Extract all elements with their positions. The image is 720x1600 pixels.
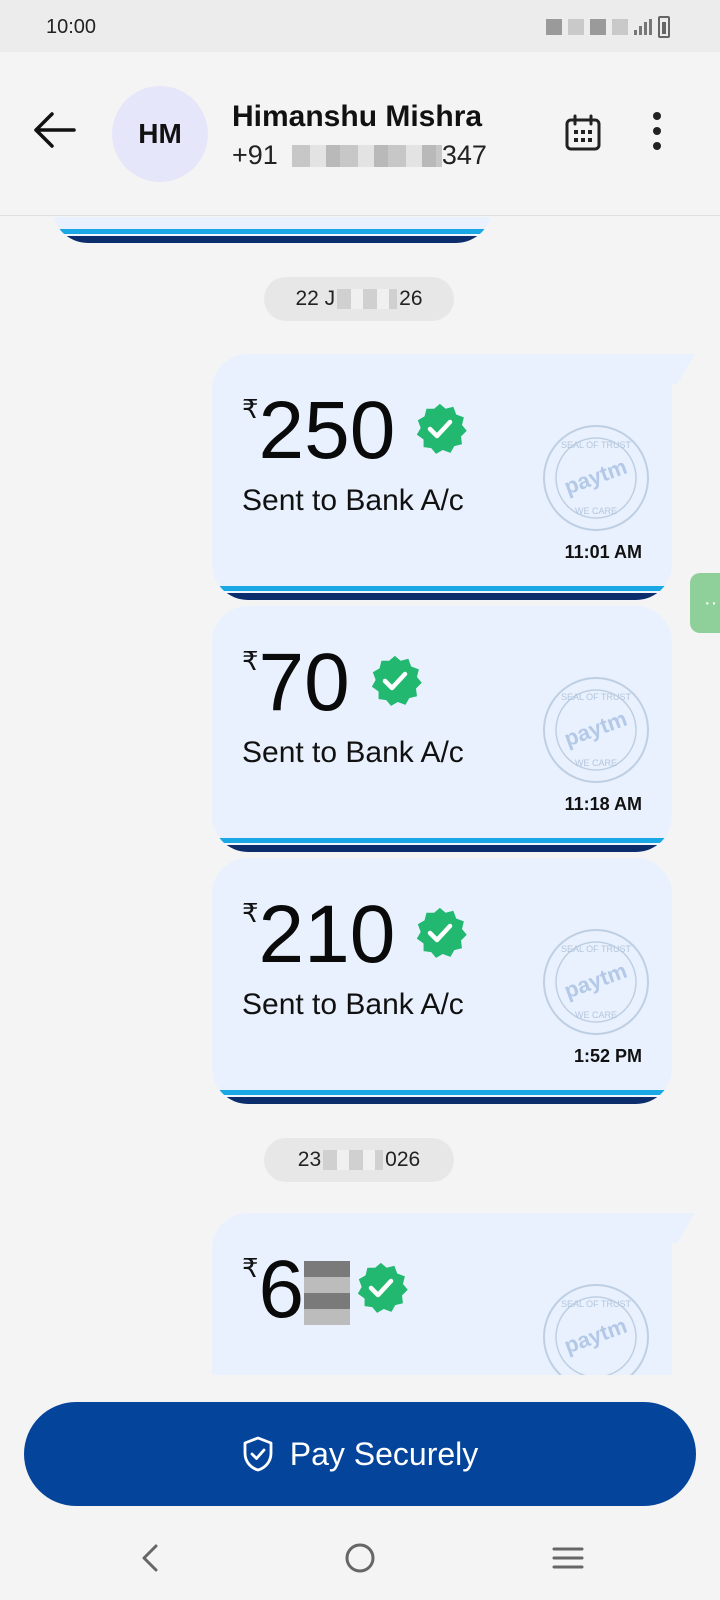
svg-text:WE CARE: WE CARE (575, 506, 617, 516)
payment-card[interactable]: ₹ 210 Sent to Bank A/c SEAL OF TRUST pay… (212, 858, 672, 1104)
svg-text:paytm: paytm (561, 1313, 630, 1359)
battery-icon (658, 16, 670, 38)
svg-text:WE CARE: WE CARE (575, 1010, 617, 1020)
nav-home-button[interactable] (338, 1536, 382, 1580)
currency-symbol: ₹ (242, 394, 259, 424)
currency-symbol: ₹ (242, 898, 259, 928)
date-separator: 23 026 (264, 1138, 454, 1182)
chat-thread[interactable]: 22 J 26 ₹ 250 Sent to Bank A/c SEAL OF T… (0, 217, 720, 1375)
svg-text:paytm: paytm (561, 706, 630, 752)
status-bar: 10:00 (0, 0, 720, 52)
svg-text:WE CARE: WE CARE (575, 758, 617, 768)
svg-text:SEAL OF TRUST: SEAL OF TRUST (561, 944, 632, 954)
svg-text:paytm: paytm (561, 454, 630, 500)
menu-lines-icon (552, 1547, 584, 1569)
verified-badge-icon (417, 907, 468, 958)
payment-time: 11:01 AM (564, 542, 642, 562)
notification-icon (568, 19, 584, 35)
nav-recents-button[interactable] (546, 1536, 590, 1580)
calendar-icon (565, 114, 601, 151)
payment-status-label: Sent to Bank A/c (242, 736, 464, 769)
currency-symbol: ₹ (242, 1253, 259, 1283)
arrow-left-icon (34, 112, 76, 148)
paytm-trust-seal: SEAL OF TRUST paytm WE CARE (543, 677, 649, 783)
payment-status-label: Sent to Bank A/c (242, 988, 464, 1021)
paytm-trust-seal: SEAL OF TRUST paytm (543, 1284, 649, 1375)
verified-badge-icon (371, 655, 422, 706)
pay-securely-button[interactable]: Pay Securely (24, 1402, 696, 1506)
payment-amount: ₹ 70 (242, 642, 422, 724)
payment-amount: ₹ 210 (242, 889, 468, 980)
shield-check-icon (243, 1436, 273, 1472)
side-panel-handle[interactable]: ·· (690, 573, 720, 633)
payment-card[interactable]: ₹ 6 SEAL OF TRUST paytm (212, 1213, 672, 1375)
contact-name[interactable]: Himanshu Mishra (232, 100, 482, 134)
paytm-trust-seal: SEAL OF TRUST paytm WE CARE (543, 425, 649, 531)
card-stripe (212, 586, 672, 600)
circle-home-icon (345, 1543, 375, 1573)
calendar-button[interactable] (564, 114, 602, 152)
contact-phone: +91 347 (232, 140, 487, 171)
phone-prefix: +91 (232, 140, 278, 170)
system-nav-bar (0, 1520, 720, 1600)
redacted-phone-digits (291, 144, 442, 167)
paytm-trust-seal: SEAL OF TRUST paytm WE CARE (543, 929, 649, 1035)
currency-symbol: ₹ (242, 646, 259, 676)
svg-text:SEAL OF TRUST: SEAL OF TRUST (561, 1299, 632, 1309)
chevron-left-icon (142, 1544, 158, 1572)
svg-text:SEAL OF TRUST: SEAL OF TRUST (561, 440, 632, 450)
chat-header: HM Himanshu Mishra +91 347 (0, 52, 720, 216)
verified-badge-icon (357, 1262, 408, 1313)
status-icons (546, 16, 670, 38)
redacted-date (337, 289, 398, 309)
redacted-date (323, 1150, 384, 1170)
amount-value: 6 (258, 1244, 305, 1335)
svg-text:paytm: paytm (561, 958, 630, 1004)
amount-value: 250 (258, 385, 396, 476)
pay-button-label: Pay Securely (289, 1435, 479, 1472)
payment-time: 11:18 AM (564, 794, 642, 814)
payment-card[interactable]: ₹ 70 Sent to Bank A/c SEAL OF TRUST payt… (212, 606, 672, 852)
notification-icon (546, 19, 562, 35)
verified-badge-icon (417, 403, 468, 454)
more-options-button[interactable] (650, 112, 664, 154)
status-time: 10:00 (46, 16, 97, 38)
payment-amount: ₹ 250 (242, 385, 468, 476)
back-button[interactable] (32, 110, 76, 150)
payment-card[interactable]: ₹ 250 Sent to Bank A/c SEAL OF TRUST pay… (212, 354, 672, 600)
phone-suffix: 347 (441, 140, 487, 170)
redacted-amount (304, 1261, 351, 1325)
nav-back-button[interactable] (130, 1536, 174, 1580)
card-stripe (52, 229, 492, 243)
svg-text:SEAL OF TRUST: SEAL OF TRUST (561, 692, 632, 702)
card-stripe (212, 1090, 672, 1104)
payment-status-label: Sent to Bank A/c (242, 484, 464, 517)
avatar-initials: HM (138, 118, 182, 149)
notification-icon (590, 19, 606, 35)
avatar[interactable]: HM (112, 86, 208, 182)
payment-card-partial[interactable] (52, 217, 492, 243)
payment-amount: ₹ 6 (242, 1249, 408, 1331)
more-vertical-icon (653, 112, 661, 120)
amount-value: 70 (258, 637, 350, 728)
card-stripe (212, 838, 672, 852)
notification-icon (612, 19, 628, 35)
signal-icon (634, 19, 652, 35)
amount-value: 210 (258, 889, 396, 980)
date-separator: 22 J 26 (264, 277, 454, 321)
payment-time: 1:52 PM (573, 1046, 642, 1066)
